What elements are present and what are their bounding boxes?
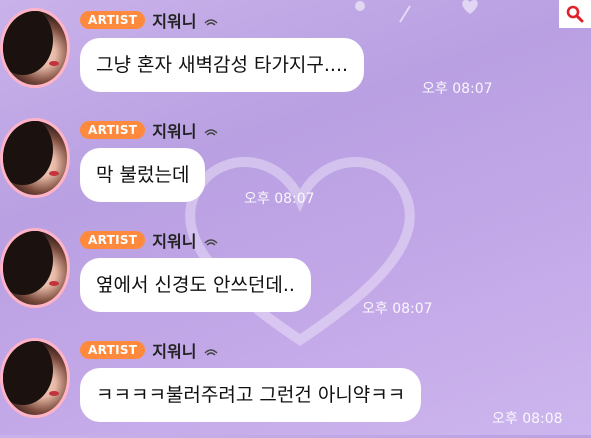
sender-row: ARTIST 지워니	[80, 8, 219, 32]
avatar[interactable]	[0, 118, 70, 198]
sender-row: ARTIST 지워니	[80, 118, 219, 142]
message-time: 오후 08:07	[244, 191, 315, 207]
sender-row: ARTIST 지워니	[80, 338, 219, 362]
ripple-icon	[204, 19, 218, 26]
artist-badge: ARTIST	[80, 231, 146, 249]
message-bubble[interactable]: 옆에서 신경도 안쓰던데..	[80, 258, 311, 312]
avatar[interactable]	[0, 8, 70, 88]
ripple-icon	[204, 349, 218, 356]
message-bubble[interactable]: ㅋㅋㅋㅋ불러주려고 그런건 아니약ㅋㅋ	[80, 368, 422, 422]
sender-name[interactable]: 지워니	[152, 118, 196, 142]
artist-badge: ARTIST	[80, 341, 146, 359]
sender-name[interactable]: 지워니	[152, 338, 196, 362]
message-item: ARTIST 지워니 옆에서 신경도 안쓰던데.. 오후 08:07	[0, 220, 591, 328]
message-time: 오후 08:07	[362, 301, 433, 317]
ripple-icon	[204, 129, 218, 136]
message-bubble[interactable]: 막 불렀는데	[80, 148, 206, 202]
ripple-icon	[204, 239, 218, 246]
message-bubble[interactable]: 그냥 혼자 새벽감성 타가지구....	[80, 38, 365, 92]
message-time: 오후 08:08	[492, 411, 563, 427]
message-item: ARTIST 지워니 막 불렀는데 오후 08:07	[0, 110, 591, 218]
message-item: ARTIST 지워니 그냥 혼자 새벽감성 타가지구.... 오후 08:07	[0, 0, 591, 108]
sender-row: ARTIST 지워니	[80, 228, 219, 252]
message-item: ARTIST 지워니 ㅋㅋㅋㅋ불러주려고 그런건 아니약ㅋㅋ 오후 08:08	[0, 330, 591, 438]
message-time: 오후 08:07	[422, 81, 493, 97]
avatar[interactable]	[0, 228, 70, 308]
sender-name[interactable]: 지워니	[152, 228, 196, 252]
artist-badge: ARTIST	[80, 11, 146, 29]
artist-badge: ARTIST	[80, 121, 146, 139]
avatar[interactable]	[0, 338, 70, 418]
sender-name[interactable]: 지워니	[152, 8, 196, 32]
